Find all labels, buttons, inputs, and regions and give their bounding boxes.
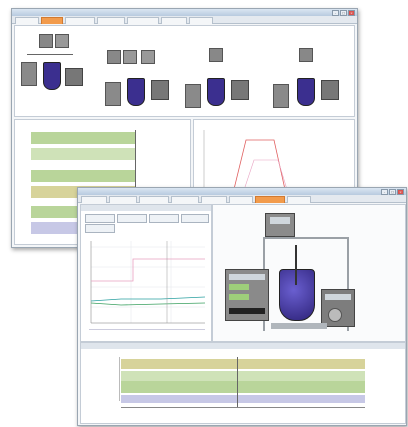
controller-display (325, 294, 351, 300)
panel-header (81, 205, 211, 211)
controller-display (229, 294, 249, 300)
front-tab-5[interactable] (201, 196, 227, 203)
controller-box (55, 34, 69, 48)
vessel-icon (43, 62, 61, 90)
time-cursor[interactable] (237, 357, 238, 407)
base-plate (271, 323, 327, 329)
vessel-diagram-panel (212, 204, 406, 342)
band-row (121, 381, 365, 393)
controller-display (229, 284, 249, 290)
maximize-icon[interactable]: □ (340, 10, 347, 16)
controller-box (231, 80, 249, 100)
front-tab-1[interactable] (81, 196, 107, 203)
toolbar-button[interactable] (117, 214, 147, 223)
back-tab-5[interactable] (127, 17, 159, 24)
toolbar-button[interactable] (85, 224, 115, 233)
front-tab-2[interactable] (109, 196, 137, 203)
front-tab-4[interactable] (171, 196, 199, 203)
controller-box (21, 62, 37, 86)
pipe-line (27, 54, 73, 55)
front-tab-bar (78, 195, 406, 203)
controller-box (65, 68, 83, 86)
front-tab-7[interactable] (255, 196, 285, 203)
back-tab-4[interactable] (97, 17, 125, 24)
right-controller[interactable] (321, 289, 355, 327)
back-titlebar: – □ × (12, 9, 357, 16)
front-titlebar: – □ × (78, 188, 406, 195)
controller-box (273, 84, 289, 108)
controller-box (209, 48, 223, 62)
back-tab-1[interactable] (15, 17, 39, 24)
reactor-unit-2[interactable] (103, 32, 175, 112)
front-tab-3[interactable] (139, 196, 169, 203)
axis-label-column (97, 357, 120, 401)
controller-box (105, 82, 121, 106)
back-tab-2[interactable] (41, 17, 63, 24)
reactor-unit-3[interactable] (183, 32, 257, 112)
top-controller[interactable] (265, 213, 295, 237)
minimize-icon[interactable]: – (332, 10, 339, 16)
front-tab-8[interactable] (287, 196, 311, 203)
back-tab-6[interactable] (161, 17, 187, 24)
reactor-unit-4[interactable] (271, 32, 349, 112)
controller-box (107, 50, 121, 64)
controller-box (151, 80, 169, 100)
controller-display (229, 308, 265, 314)
timeline-panel (80, 342, 406, 424)
legend-bar (89, 329, 205, 336)
close-icon[interactable]: × (397, 189, 404, 195)
controller-display (229, 274, 265, 280)
controller-display (270, 217, 290, 224)
band-row (121, 371, 365, 381)
band-row (121, 395, 365, 403)
vessel-icon (127, 78, 145, 106)
minimize-icon[interactable]: – (381, 189, 388, 195)
panel-header (81, 343, 405, 349)
toolbar-button[interactable] (85, 214, 115, 223)
back-tab-7[interactable] (189, 17, 213, 24)
close-icon[interactable]: × (348, 10, 355, 16)
controller-box (123, 50, 137, 64)
controller-box (39, 34, 53, 48)
front-tab-6[interactable] (229, 196, 253, 203)
band-row (31, 170, 135, 182)
left-controller[interactable] (225, 269, 269, 321)
stirrer-shaft (295, 245, 297, 285)
time-axis (121, 407, 365, 408)
vessel-icon (297, 78, 315, 106)
controller-box (321, 80, 339, 100)
controller-box (185, 84, 201, 108)
vessel-icon (207, 78, 225, 106)
band-row (31, 132, 135, 144)
maximize-icon[interactable]: □ (389, 189, 396, 195)
band-row (121, 359, 365, 369)
toolbar-button[interactable] (181, 214, 209, 223)
vessel-icon[interactable] (279, 269, 315, 321)
trend-chart (90, 241, 206, 324)
controller-box (299, 48, 313, 62)
controller-box (141, 50, 155, 64)
reactor-overview-panel (14, 25, 355, 117)
front-window: – □ × (77, 187, 407, 426)
band-row (31, 148, 135, 160)
control-panel (80, 204, 212, 342)
back-tab-3[interactable] (65, 17, 95, 24)
back-tab-bar (12, 16, 357, 24)
toolbar-button[interactable] (149, 214, 179, 223)
reactor-unit-1[interactable] (19, 32, 89, 112)
gear-icon (328, 308, 342, 322)
